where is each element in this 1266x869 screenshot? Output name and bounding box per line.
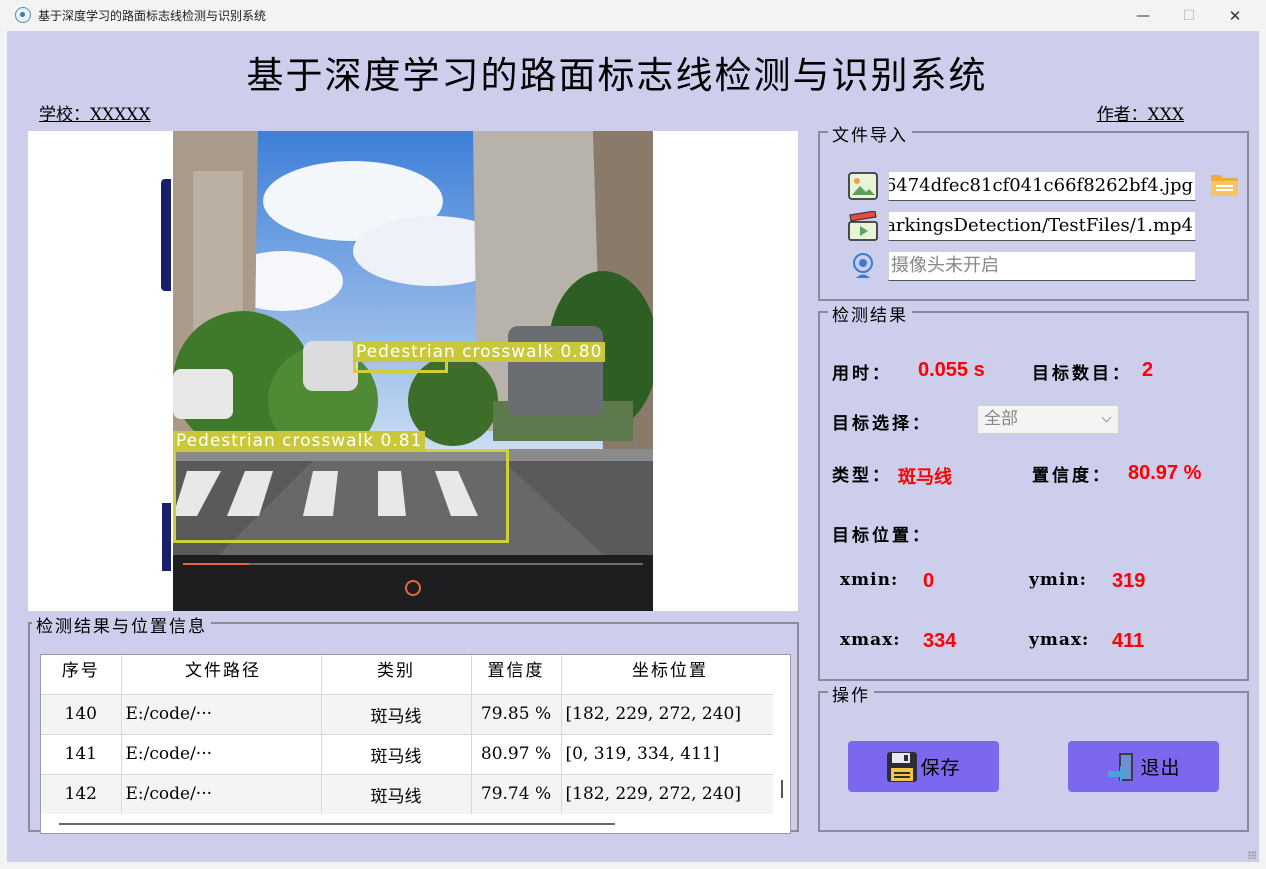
cell-index: 140 bbox=[41, 693, 122, 734]
count-label: 目标数目： bbox=[1032, 364, 1132, 384]
ymax-label: ymax: bbox=[1029, 630, 1090, 650]
video-path-field[interactable]: MarkingsDetection/TestFiles/1.mp4 bbox=[888, 211, 1196, 241]
camera-icon[interactable] bbox=[848, 251, 878, 281]
type-value: 斑马线 bbox=[898, 467, 952, 488]
save-button-label: 保存 bbox=[920, 757, 961, 779]
cell-index: 142 bbox=[41, 773, 122, 814]
target-position-label: 目标位置： bbox=[832, 526, 932, 546]
horizontal-scrollbar[interactable] bbox=[41, 815, 774, 833]
xmax-label: xmax: bbox=[840, 630, 901, 650]
table-header-row: 序号 文件路径 类别 置信度 坐标位置 bbox=[41, 655, 776, 682]
group-title: 文件导入 bbox=[828, 121, 912, 146]
save-icon bbox=[886, 751, 918, 783]
folder-icon[interactable] bbox=[1210, 171, 1239, 197]
author-label: 作者：XXX bbox=[1096, 105, 1184, 125]
group-title: 检测结果 bbox=[828, 301, 912, 326]
detection-image: Pedestrian crosswalk 0.80 Pedestrian cro… bbox=[173, 131, 653, 611]
scrollbar-thumb[interactable] bbox=[59, 823, 615, 825]
image-path-field[interactable]: 8e76474dfec81cf041c66f8262bf4.jpg bbox=[888, 171, 1196, 201]
column-header[interactable]: 坐标位置 bbox=[561, 655, 776, 682]
table-row[interactable] bbox=[41, 682, 776, 694]
background-decoration bbox=[162, 503, 171, 571]
column-header[interactable]: 类别 bbox=[321, 655, 472, 682]
target-select-value: 全部 bbox=[984, 409, 1018, 429]
cell-class: 斑马线 bbox=[321, 773, 472, 814]
time-label: 用时： bbox=[832, 364, 892, 384]
page-title: 基于深度学习的路面标志线检测与识别系统 bbox=[246, 54, 988, 97]
group-title: 检测结果与位置信息 bbox=[32, 612, 211, 637]
cell-confidence: 80.97 % bbox=[471, 733, 562, 774]
target-select[interactable]: 全部 bbox=[977, 405, 1119, 434]
target-select-label: 目标选择： bbox=[832, 414, 932, 434]
cell-confidence: 79.74 % bbox=[471, 773, 562, 814]
group-title: 操作 bbox=[828, 681, 874, 706]
result-table-group: 检测结果与位置信息 序号 文件路径 类别 置信度 坐标位置 140 E:/cod… bbox=[28, 612, 799, 834]
operations-group: 操作 保存 退出 bbox=[818, 681, 1249, 832]
video-file-row: MarkingsDetection/TestFiles/1.mp4 bbox=[848, 210, 1196, 241]
time-value: 0.055 s bbox=[918, 359, 985, 381]
scrollbar-thumb[interactable] bbox=[781, 780, 783, 798]
window-titlebar: 基于深度学习的路面标志线检测与识别系统 — ☐ ✕ bbox=[0, 0, 1266, 31]
main-window: 基于深度学习的路面标志线检测与识别系统 学校：XXXXX 作者：XXX Pede… bbox=[7, 31, 1259, 862]
camera-row: 摄像头未开启 bbox=[848, 251, 1196, 281]
image-file-row: 8e76474dfec81cf041c66f8262bf4.jpg bbox=[848, 171, 1196, 201]
chevron-down-icon bbox=[1101, 412, 1112, 423]
confidence-value: 80.97 % bbox=[1128, 462, 1202, 484]
detection-results-group: 检测结果 用时： 0.055 s 目标数目： 2 目标选择： 全部 类型： 斑马… bbox=[818, 301, 1249, 681]
file-import-group: 文件导入 8e76474dfec81cf041c66f8262bf4.jpg bbox=[818, 121, 1249, 301]
xmax-value: 334 bbox=[923, 630, 957, 652]
cell-class: 斑马线 bbox=[321, 693, 472, 734]
detection-label: Pedestrian crosswalk 0.80 bbox=[353, 342, 606, 362]
count-value: 2 bbox=[1142, 359, 1154, 381]
close-button[interactable]: ✕ bbox=[1212, 0, 1258, 31]
column-header[interactable]: 序号 bbox=[41, 655, 122, 682]
result-table: 序号 文件路径 类别 置信度 坐标位置 140 E:/code/··· 斑马线 bbox=[40, 654, 791, 834]
image-display: Pedestrian crosswalk 0.80 Pedestrian cro… bbox=[28, 131, 798, 611]
school-label: 学校：XXXXX bbox=[39, 105, 151, 125]
cell-position: [182, 229, 272, 240] bbox=[561, 773, 776, 814]
detection-box bbox=[173, 449, 509, 543]
exit-button[interactable]: 退出 bbox=[1068, 741, 1219, 792]
background-decoration bbox=[161, 179, 171, 291]
cell-index: 141 bbox=[41, 733, 122, 774]
cell-confidence: 79.85 % bbox=[471, 693, 562, 734]
ymin-value: 319 bbox=[1112, 570, 1146, 592]
camera-status-field[interactable]: 摄像头未开启 bbox=[888, 251, 1196, 281]
minimize-button[interactable]: — bbox=[1120, 0, 1166, 31]
exit-button-label: 退出 bbox=[1140, 757, 1181, 779]
maximize-button[interactable]: ☐ bbox=[1166, 0, 1212, 31]
cell-path: E:/code/··· bbox=[121, 733, 322, 774]
resize-grip[interactable] bbox=[1248, 851, 1256, 859]
xmin-value: 0 bbox=[923, 570, 935, 592]
ymin-label: ymin: bbox=[1029, 570, 1087, 590]
cell-path: E:/code/··· bbox=[121, 773, 322, 814]
ymax-value: 411 bbox=[1112, 630, 1145, 652]
detection-label: Pedestrian crosswalk 0.81 bbox=[173, 431, 426, 451]
save-button[interactable]: 保存 bbox=[848, 741, 999, 792]
column-header[interactable]: 文件路径 bbox=[121, 655, 322, 682]
column-header[interactable]: 置信度 bbox=[471, 655, 562, 682]
video-icon[interactable] bbox=[848, 210, 878, 241]
vertical-scrollbar[interactable] bbox=[773, 655, 790, 815]
table-row[interactable]: 140 E:/code/··· 斑马线 79.85 % [182, 229, 2… bbox=[41, 693, 776, 734]
cell-path: E:/code/··· bbox=[121, 693, 322, 734]
window-title: 基于深度学习的路面标志线检测与识别系统 bbox=[38, 9, 267, 23]
type-label: 类型： bbox=[832, 466, 892, 486]
table-row[interactable]: 142 E:/code/··· 斑马线 79.74 % [182, 229, 2… bbox=[41, 773, 776, 814]
cell-position: [0, 319, 334, 411] bbox=[561, 733, 776, 774]
cell-class: 斑马线 bbox=[321, 733, 472, 774]
image-icon[interactable] bbox=[848, 171, 878, 201]
app-icon bbox=[15, 7, 31, 23]
confidence-label: 置信度： bbox=[1032, 466, 1112, 486]
table-row[interactable]: 141 E:/code/··· 斑马线 80.97 % [0, 319, 334… bbox=[41, 733, 776, 774]
xmin-label: xmin: bbox=[840, 570, 899, 590]
cell-position: [182, 229, 272, 240] bbox=[561, 693, 776, 734]
exit-icon bbox=[1106, 751, 1138, 783]
